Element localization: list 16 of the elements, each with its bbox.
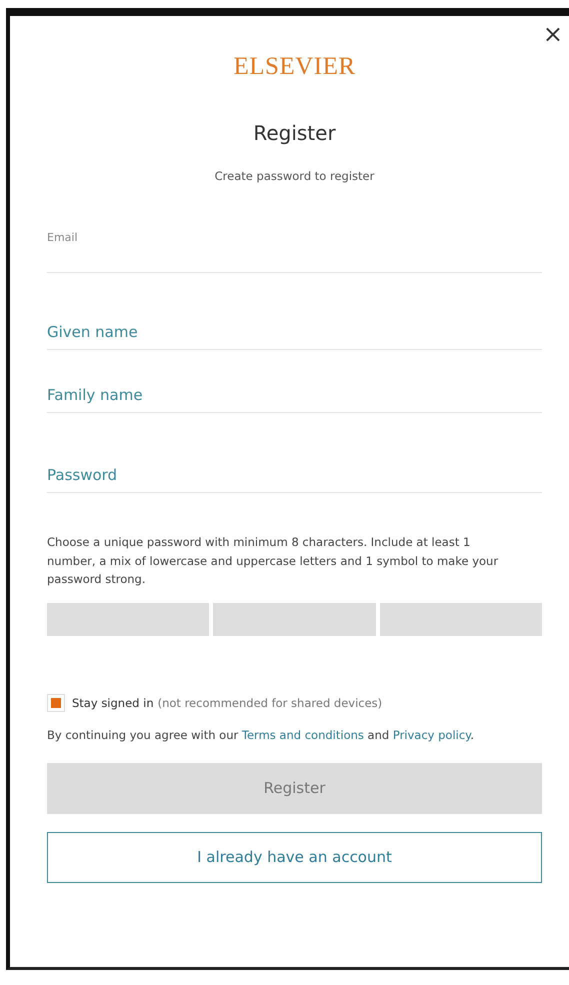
account-button[interactable]: I already have an account xyxy=(47,832,542,883)
dialog-title: Register xyxy=(253,121,336,145)
email-field[interactable]: Email xyxy=(47,231,542,273)
terms-text: By continuing you agree with our Terms and conditions and Privacy policy. xyxy=(47,726,476,744)
privacy-link[interactable]: Privacy policy xyxy=(392,728,470,742)
logo: ELSEVIER xyxy=(233,53,356,81)
terms-link[interactable]: Terms and conditions xyxy=(242,728,364,742)
input-field[interactable]: Password xyxy=(47,458,542,493)
stay-signed-in-label: Stay signed in xyxy=(72,696,154,710)
input-field[interactable]: Family name xyxy=(47,378,542,413)
close-button[interactable]: × xyxy=(538,22,567,46)
input-field[interactable]: Given name xyxy=(47,315,542,350)
password-hint: Choose a unique password with minimum 8 characters. Include at least 1 number, a mix of lowercase and uppercase letters and 1 symbol to make your password strong. xyxy=(47,534,500,588)
subtitle: Create password to register xyxy=(214,169,374,183)
stay-signed-in-note: (not recommended for shared devices) xyxy=(158,696,382,710)
checkbox[interactable] xyxy=(47,694,65,712)
